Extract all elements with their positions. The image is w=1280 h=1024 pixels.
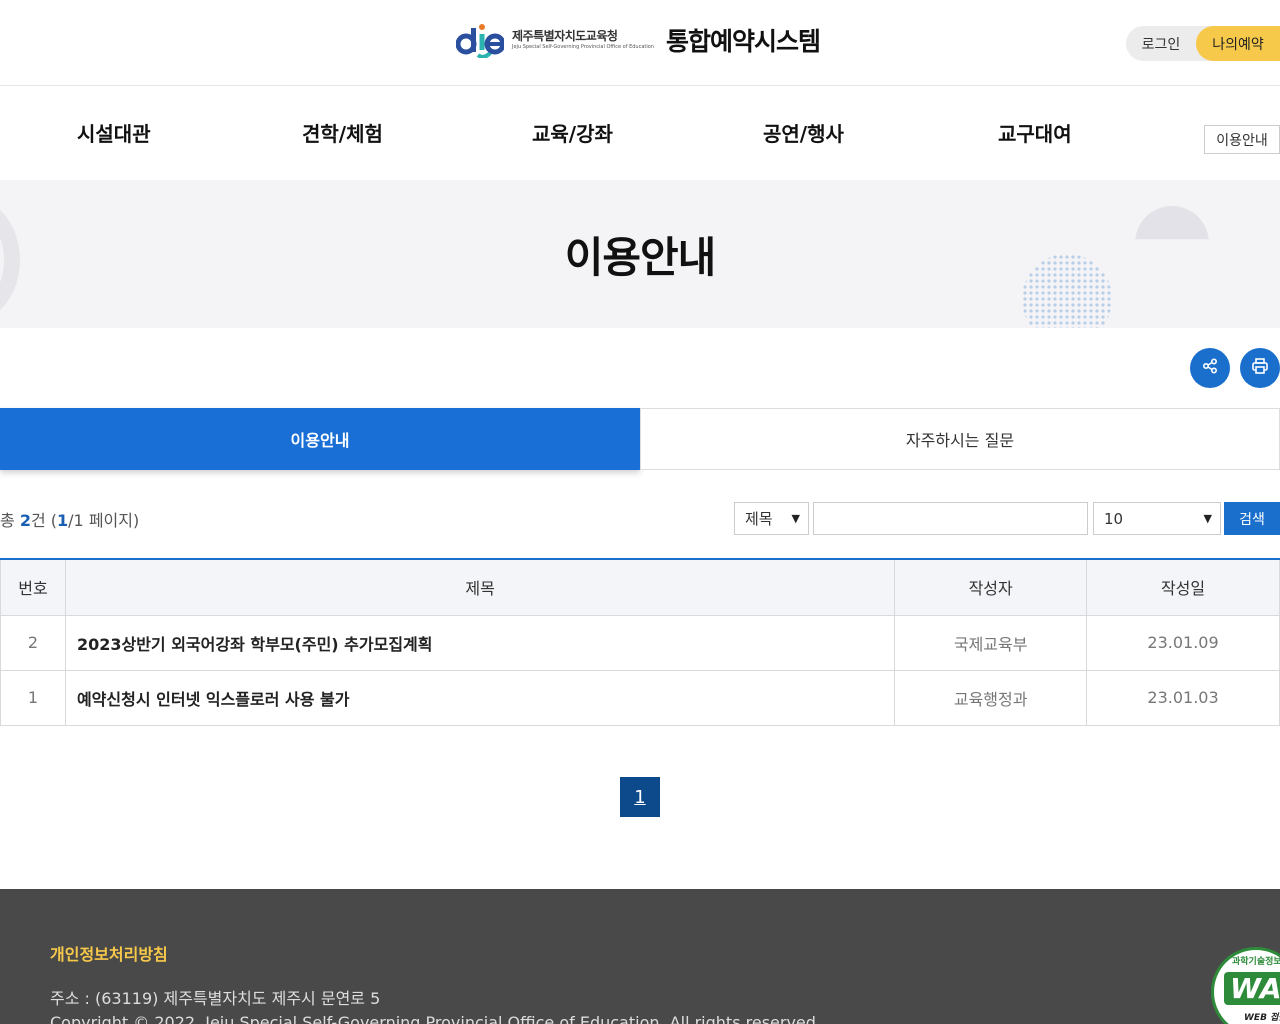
total-count: 2 xyxy=(19,511,31,530)
list-total: 총 2건 (1/1 페이지) xyxy=(0,511,140,530)
share-icon xyxy=(1202,358,1218,378)
wa-mark: WA xyxy=(1224,972,1280,1005)
page-hero: 이용안내 xyxy=(0,180,1280,328)
tab-faq[interactable]: 자주하시는 질문 xyxy=(640,408,1280,470)
footer-copyright: Copyright © 2022. Jeju Special Self-Gove… xyxy=(50,1013,821,1024)
chevron-down-icon: ▼ xyxy=(791,512,800,525)
row-title-link[interactable]: 2023상반기 외국어강좌 학부모(주민) 추가모집계획 xyxy=(64,614,896,671)
row-author: 국제교육부 xyxy=(894,614,1088,671)
page-size-select[interactable]: 10 ▼ xyxy=(1093,502,1221,535)
col-header-date: 작성일 xyxy=(1086,558,1280,616)
search-button[interactable]: 검색 xyxy=(1224,502,1280,535)
board-table: 번호 제목 작성자 작성일 2 2023상반기 외국어강좌 학부모(주민) 추가… xyxy=(0,558,1280,726)
footer-address: 주소 : (63119) 제주특별자치도 제주시 문연로 5 xyxy=(50,989,381,1008)
auth-menu: 로그인 나의예약 xyxy=(1126,26,1280,61)
current-page: 1 xyxy=(57,511,69,530)
row-no: 1 xyxy=(0,669,66,726)
org-name-en: Jeju Special Self-Governing Provincial O… xyxy=(512,44,654,50)
nav-item-facility[interactable]: 시설대관 xyxy=(77,118,151,147)
search-field-select[interactable]: 제목 ▼ xyxy=(734,502,809,535)
table-row: 1 예약신청시 인터넷 익스플로러 사용 불가 교육행정과 23.01.03 xyxy=(0,669,1280,726)
row-title-link[interactable]: 예약신청시 인터넷 익스플로러 사용 불가 xyxy=(64,669,896,726)
login-button[interactable]: 로그인 xyxy=(1126,34,1196,54)
nav-item-education[interactable]: 교육/강좌 xyxy=(532,118,613,147)
main-nav: 시설대관 견학/체험 교육/강좌 공연/행사 교구대여 xyxy=(0,86,1280,180)
search-input[interactable] xyxy=(813,502,1088,535)
my-reservation-button[interactable]: 나의예약 xyxy=(1196,26,1280,61)
guide-button[interactable]: 이용안내 xyxy=(1204,125,1280,154)
tab-guide[interactable]: 이용안내 xyxy=(0,408,640,470)
col-header-author: 작성자 xyxy=(894,558,1088,616)
nav-item-tour[interactable]: 견학/체험 xyxy=(302,118,383,147)
wa-badge-top: 과학기술정보 xyxy=(1232,957,1280,967)
nav-item-event[interactable]: 공연/행사 xyxy=(763,118,844,147)
wa-badge-bottom: WEB 접근 xyxy=(1244,1013,1280,1023)
row-author: 교육행정과 xyxy=(894,669,1088,726)
chevron-down-icon: ▼ xyxy=(1203,512,1212,525)
system-name: 통합예약시스템 xyxy=(665,27,821,56)
col-header-title: 제목 xyxy=(64,558,896,616)
print-button[interactable] xyxy=(1240,348,1280,388)
privacy-policy-link[interactable]: 개인정보처리방침 xyxy=(50,941,168,965)
pagination-page-1[interactable]: 1 xyxy=(620,777,660,817)
site-logo[interactable]: 제주특별자치도교육청 Jeju Special Self-Governing P… xyxy=(455,22,821,59)
org-name: 제주특별자치도교육청 xyxy=(512,29,618,43)
jje-logo-icon xyxy=(455,22,506,59)
table-row: 2 2023상반기 외국어강좌 학부모(주민) 추가모집계획 국제교육부 23.… xyxy=(0,614,1280,671)
web-accessibility-badge[interactable]: 과학기술정보 WA WEB 접근 xyxy=(1211,947,1280,1024)
col-header-no: 번호 xyxy=(0,558,66,616)
table-header-row: 번호 제목 작성자 작성일 xyxy=(0,558,1280,616)
site-footer: 개인정보처리방침 주소 : (63119) 제주특별자치도 제주시 문연로 5 … xyxy=(0,889,1280,1024)
row-date: 23.01.09 xyxy=(1086,614,1280,671)
print-icon xyxy=(1251,357,1269,379)
site-header: 제주특별자치도교육청 Jeju Special Self-Governing P… xyxy=(0,0,1280,86)
row-date: 23.01.03 xyxy=(1086,669,1280,726)
share-button[interactable] xyxy=(1190,348,1230,388)
nav-item-rental[interactable]: 교구대여 xyxy=(998,118,1072,147)
page-title: 이용안내 xyxy=(564,233,717,282)
row-no: 2 xyxy=(0,614,66,671)
